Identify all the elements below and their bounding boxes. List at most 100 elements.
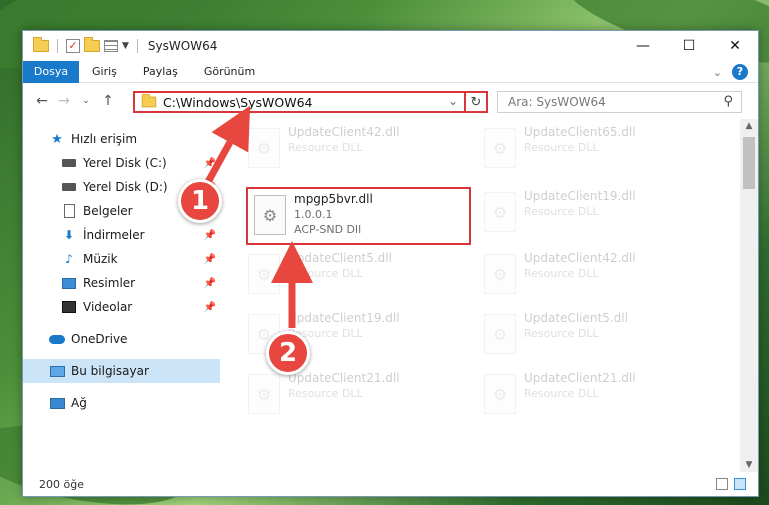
file-item[interactable]: ⚙ UpdateClient42.dll Resource DLL bbox=[248, 125, 463, 171]
dll-file-icon: ⚙ bbox=[484, 192, 516, 232]
recent-locations-icon[interactable]: ⌄ bbox=[75, 96, 97, 106]
address-dropdown-icon[interactable]: ⌄ bbox=[448, 94, 458, 108]
new-folder-icon[interactable] bbox=[84, 37, 100, 52]
network-icon bbox=[49, 396, 65, 410]
file-name: UpdateClient5.dll bbox=[288, 251, 392, 265]
file-item[interactable]: ⚙ UpdateClient65.dll Resource DLL bbox=[484, 125, 699, 171]
forward-arrow-icon[interactable]: → bbox=[53, 93, 75, 109]
file-list: ⚙ UpdateClient42.dll Resource DLL ⚙ Updat… bbox=[221, 119, 740, 472]
music-icon: ♪ bbox=[65, 252, 73, 266]
large-icons-view-icon[interactable] bbox=[734, 478, 746, 490]
file-type: Resource DLL bbox=[524, 141, 599, 154]
window-controls: — ☐ ✕ bbox=[620, 31, 758, 61]
sidebar-item-quick-access[interactable]: ★ Hızlı erişim bbox=[23, 127, 220, 151]
close-button[interactable]: ✕ bbox=[712, 31, 758, 61]
sidebar-item-local-disk-c[interactable]: Yerel Disk (C:) 📌 bbox=[23, 151, 220, 175]
ribbon-right-controls: ⌄ ? bbox=[713, 64, 748, 80]
expand-ribbon-icon[interactable]: ⌄ bbox=[713, 66, 722, 79]
vertical-scrollbar[interactable]: ▲ ▼ bbox=[740, 119, 758, 472]
file-item[interactable]: ⚙ UpdateClient21.dll Resource DLL bbox=[484, 371, 699, 417]
title-bar: ✓ ▼ SysWOW64 — ☐ ✕ bbox=[23, 31, 758, 61]
tab-view[interactable]: Görünüm bbox=[191, 61, 268, 83]
cloud-icon bbox=[49, 332, 65, 346]
explorer-window: ✓ ▼ SysWOW64 — ☐ ✕ Dosya Giriş Paylaş Gö… bbox=[22, 30, 759, 497]
file-name: UpdateClient42.dll bbox=[288, 125, 400, 139]
sidebar-item-videos[interactable]: Videolar 📌 bbox=[23, 295, 220, 319]
back-arrow-icon[interactable]: ← bbox=[31, 93, 53, 109]
sidebar-item-this-pc[interactable]: Bu bilgisayar bbox=[23, 359, 220, 383]
tab-file[interactable]: Dosya bbox=[23, 60, 79, 83]
sidebar-item-downloads[interactable]: ⬇ İndirmeler 📌 bbox=[23, 223, 220, 247]
refresh-button[interactable]: ↻ bbox=[464, 91, 488, 113]
maximize-button[interactable]: ☐ bbox=[666, 31, 712, 61]
quick-access-toolbar: ✓ ▼ bbox=[23, 37, 142, 53]
minimize-button[interactable]: — bbox=[620, 31, 666, 61]
file-item[interactable]: ⚙ UpdateClient42.dll Resource DLL bbox=[484, 251, 699, 297]
file-name: UpdateClient19.dll bbox=[288, 311, 400, 325]
search-icon[interactable]: ⚲ bbox=[723, 94, 733, 109]
navigation-pane: ★ Hızlı erişim Yerel Disk (C:) 📌 Yerel D… bbox=[23, 119, 220, 472]
folder-icon bbox=[141, 93, 157, 108]
pictures-icon bbox=[61, 276, 77, 290]
tab-share[interactable]: Paylaş bbox=[130, 61, 191, 83]
dll-file-icon: ⚙ bbox=[484, 314, 516, 354]
file-name: UpdateClient65.dll bbox=[524, 125, 636, 139]
file-item[interactable]: ⚙ UpdateClient21.dll Resource DLL bbox=[248, 371, 463, 417]
computer-icon bbox=[49, 364, 65, 378]
toolbar-divider bbox=[57, 39, 58, 53]
file-item[interactable]: ⚙ UpdateClient5.dll Resource DLL bbox=[248, 251, 463, 297]
documents-icon bbox=[61, 204, 77, 218]
dll-file-icon: ⚙ bbox=[254, 195, 286, 235]
file-item[interactable]: ⚙ UpdateClient5.dll Resource DLL bbox=[484, 311, 699, 357]
sidebar-item-network[interactable]: Ağ bbox=[23, 391, 220, 415]
up-arrow-icon[interactable]: ↑ bbox=[97, 93, 119, 109]
sidebar-item-label: Ağ bbox=[71, 396, 87, 410]
scroll-up-icon[interactable]: ▲ bbox=[740, 121, 758, 131]
scrollbar-thumb[interactable] bbox=[743, 137, 755, 189]
sidebar-item-pictures[interactable]: Resimler 📌 bbox=[23, 271, 220, 295]
callout-badge-1: 1 bbox=[178, 179, 222, 223]
content-area: ★ Hızlı erişim Yerel Disk (C:) 📌 Yerel D… bbox=[23, 119, 758, 472]
file-version: 1.0.0.1 bbox=[294, 208, 333, 221]
downloads-icon: ⬇ bbox=[63, 228, 75, 242]
window-title: SysWOW64 bbox=[147, 39, 218, 53]
address-path[interactable]: C:\Windows\SysWOW64 bbox=[163, 95, 312, 110]
file-type: Resource DLL bbox=[524, 267, 599, 280]
sidebar-item-label: Yerel Disk (D:) bbox=[83, 180, 168, 194]
file-type: Resource DLL bbox=[288, 267, 363, 280]
videos-icon bbox=[61, 300, 77, 314]
dll-file-icon: ⚙ bbox=[484, 374, 516, 414]
tab-home[interactable]: Giriş bbox=[79, 61, 130, 83]
sidebar-item-onedrive[interactable]: OneDrive bbox=[23, 327, 220, 351]
pin-icon[interactable]: 📌 bbox=[204, 230, 216, 241]
file-type: Resource DLL bbox=[524, 387, 599, 400]
file-item[interactable]: ⚙ UpdateClient19.dll Resource DLL bbox=[484, 189, 699, 235]
dll-file-icon: ⚙ bbox=[248, 254, 280, 294]
sidebar-item-label: Yerel Disk (C:) bbox=[83, 156, 167, 170]
search-input[interactable]: Ara: SysWOW64 ⚲ bbox=[497, 91, 742, 113]
pin-icon[interactable]: 📌 bbox=[204, 254, 216, 265]
pin-icon[interactable]: 📌 bbox=[204, 302, 216, 313]
sidebar-item-label: Bu bilgisayar bbox=[71, 364, 149, 378]
pin-icon[interactable]: 📌 bbox=[204, 278, 216, 289]
pin-icon[interactable]: 📌 bbox=[204, 158, 216, 169]
file-name: mpgp5bvr.dll bbox=[294, 192, 373, 206]
file-type: Resource DLL bbox=[524, 327, 599, 340]
search-placeholder: Ara: SysWOW64 bbox=[508, 95, 606, 109]
qat-dropdown-icon[interactable]: ▼ bbox=[122, 41, 129, 51]
customize-toolbar-icon[interactable] bbox=[104, 40, 118, 52]
file-type: Resource DLL bbox=[524, 205, 599, 218]
sidebar-item-label: Belgeler bbox=[83, 204, 133, 218]
sidebar-item-label: Müzik bbox=[83, 252, 118, 266]
properties-check-icon[interactable]: ✓ bbox=[66, 39, 80, 53]
scroll-down-icon[interactable]: ▼ bbox=[740, 460, 758, 470]
file-item-mpgp5bvr[interactable]: ⚙ mpgp5bvr.dll 1.0.0.1 ACP-SND Dll bbox=[246, 187, 471, 245]
dll-file-icon: ⚙ bbox=[248, 374, 280, 414]
address-bar[interactable]: C:\Windows\SysWOW64 ⌄ bbox=[133, 91, 488, 113]
sidebar-item-music[interactable]: ♪ Müzik 📌 bbox=[23, 247, 220, 271]
file-type: Resource DLL bbox=[288, 141, 363, 154]
details-view-icon[interactable] bbox=[716, 478, 728, 490]
folder-icon[interactable] bbox=[33, 37, 49, 52]
help-icon[interactable]: ? bbox=[732, 64, 748, 80]
dll-file-icon: ⚙ bbox=[248, 128, 280, 168]
